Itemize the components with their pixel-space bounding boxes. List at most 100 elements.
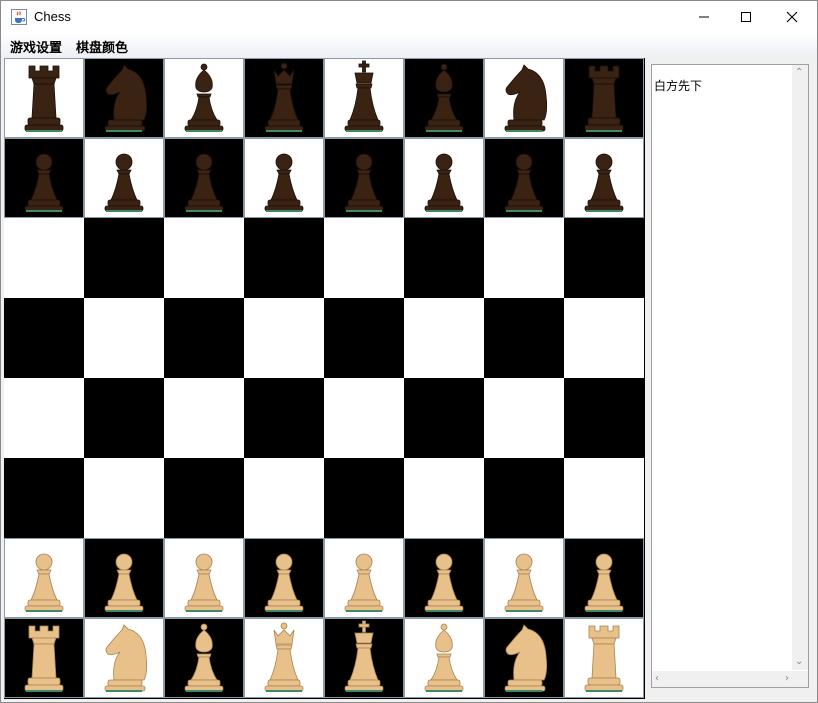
board-square[interactable] (324, 218, 404, 298)
board-square[interactable] (484, 618, 564, 698)
board-square[interactable] (564, 538, 644, 618)
board-square[interactable] (164, 218, 244, 298)
scroll-up-icon[interactable]: ⌃ (795, 68, 803, 78)
board-square[interactable] (324, 298, 404, 378)
board-square[interactable] (404, 538, 484, 618)
board-square[interactable] (404, 378, 484, 458)
white-knight-icon[interactable] (84, 618, 164, 698)
board-square[interactable] (404, 458, 484, 538)
board-square[interactable] (164, 618, 244, 698)
white-pawn-icon[interactable] (4, 538, 84, 618)
board-square[interactable] (324, 618, 404, 698)
black-pawn-icon[interactable] (484, 138, 564, 218)
black-pawn-icon[interactable] (164, 138, 244, 218)
board-square[interactable] (564, 138, 644, 218)
board-square[interactable] (484, 538, 564, 618)
black-knight-icon[interactable] (84, 58, 164, 138)
black-bishop-icon[interactable] (404, 58, 484, 138)
board-square[interactable] (84, 218, 164, 298)
white-pawn-icon[interactable] (244, 538, 324, 618)
vertical-scrollbar[interactable]: ⌃ ⌄ (792, 65, 808, 670)
board-square[interactable] (244, 458, 324, 538)
board-square[interactable] (84, 458, 164, 538)
scroll-right-icon[interactable]: › (785, 674, 789, 684)
board-square[interactable] (244, 618, 324, 698)
board-square[interactable] (564, 58, 644, 138)
board-square[interactable] (484, 138, 564, 218)
board-square[interactable] (324, 138, 404, 218)
board-square[interactable] (564, 218, 644, 298)
black-rook-icon[interactable] (4, 58, 84, 138)
white-bishop-icon[interactable] (404, 618, 484, 698)
board-square[interactable] (564, 378, 644, 458)
white-pawn-icon[interactable] (404, 538, 484, 618)
board-square[interactable] (164, 378, 244, 458)
scroll-left-icon[interactable]: ‹ (655, 674, 659, 684)
board-square[interactable] (84, 378, 164, 458)
board-square[interactable] (404, 298, 484, 378)
board-square[interactable] (324, 458, 404, 538)
board-square[interactable] (484, 458, 564, 538)
board-square[interactable] (4, 458, 84, 538)
white-pawn-icon[interactable] (484, 538, 564, 618)
black-king-icon[interactable] (324, 58, 404, 138)
white-queen-icon[interactable] (244, 618, 324, 698)
board-square[interactable] (244, 538, 324, 618)
board-square[interactable] (324, 58, 404, 138)
black-pawn-icon[interactable] (324, 138, 404, 218)
board-square[interactable] (4, 138, 84, 218)
board-square[interactable] (244, 218, 324, 298)
menu-game-settings[interactable]: 游戏设置 (10, 37, 62, 56)
board-square[interactable] (164, 138, 244, 218)
board-square[interactable] (4, 378, 84, 458)
maximize-button[interactable] (723, 1, 769, 33)
white-rook-icon[interactable] (4, 618, 84, 698)
board-square[interactable] (484, 58, 564, 138)
board-square[interactable] (404, 218, 484, 298)
black-pawn-icon[interactable] (244, 138, 324, 218)
board-square[interactable] (84, 538, 164, 618)
board-square[interactable] (564, 458, 644, 538)
board-square[interactable] (4, 538, 84, 618)
black-pawn-icon[interactable] (564, 138, 644, 218)
board-square[interactable] (244, 58, 324, 138)
move-log-textarea[interactable]: 白方先下 ⌃ ⌄ ‹ › (651, 64, 809, 688)
black-knight-icon[interactable] (484, 58, 564, 138)
white-bishop-icon[interactable] (164, 618, 244, 698)
white-pawn-icon[interactable] (324, 538, 404, 618)
black-pawn-icon[interactable] (84, 138, 164, 218)
black-rook-icon[interactable] (564, 58, 644, 138)
white-pawn-icon[interactable] (84, 538, 164, 618)
board-square[interactable] (164, 538, 244, 618)
menu-board-color[interactable]: 棋盘颜色 (76, 37, 128, 56)
white-rook-icon[interactable] (564, 618, 644, 698)
board-square[interactable] (84, 138, 164, 218)
minimize-button[interactable] (681, 1, 727, 33)
board-square[interactable] (404, 618, 484, 698)
black-bishop-icon[interactable] (164, 58, 244, 138)
board-square[interactable] (484, 218, 564, 298)
black-pawn-icon[interactable] (404, 138, 484, 218)
close-button[interactable] (769, 1, 815, 33)
board-square[interactable] (4, 298, 84, 378)
board-square[interactable] (244, 138, 324, 218)
board-square[interactable] (4, 218, 84, 298)
white-pawn-icon[interactable] (564, 538, 644, 618)
board-square[interactable] (244, 378, 324, 458)
board-square[interactable] (484, 298, 564, 378)
board-square[interactable] (164, 58, 244, 138)
board-square[interactable] (564, 298, 644, 378)
white-pawn-icon[interactable] (164, 538, 244, 618)
black-queen-icon[interactable] (244, 58, 324, 138)
board-square[interactable] (164, 298, 244, 378)
board-square[interactable] (404, 138, 484, 218)
board-square[interactable] (324, 378, 404, 458)
white-king-icon[interactable] (324, 618, 404, 698)
horizontal-scrollbar[interactable]: ‹ › (652, 671, 792, 687)
board-square[interactable] (164, 458, 244, 538)
board-square[interactable] (564, 618, 644, 698)
board-square[interactable] (4, 618, 84, 698)
board-square[interactable] (84, 298, 164, 378)
board-square[interactable] (84, 58, 164, 138)
board-square[interactable] (4, 58, 84, 138)
